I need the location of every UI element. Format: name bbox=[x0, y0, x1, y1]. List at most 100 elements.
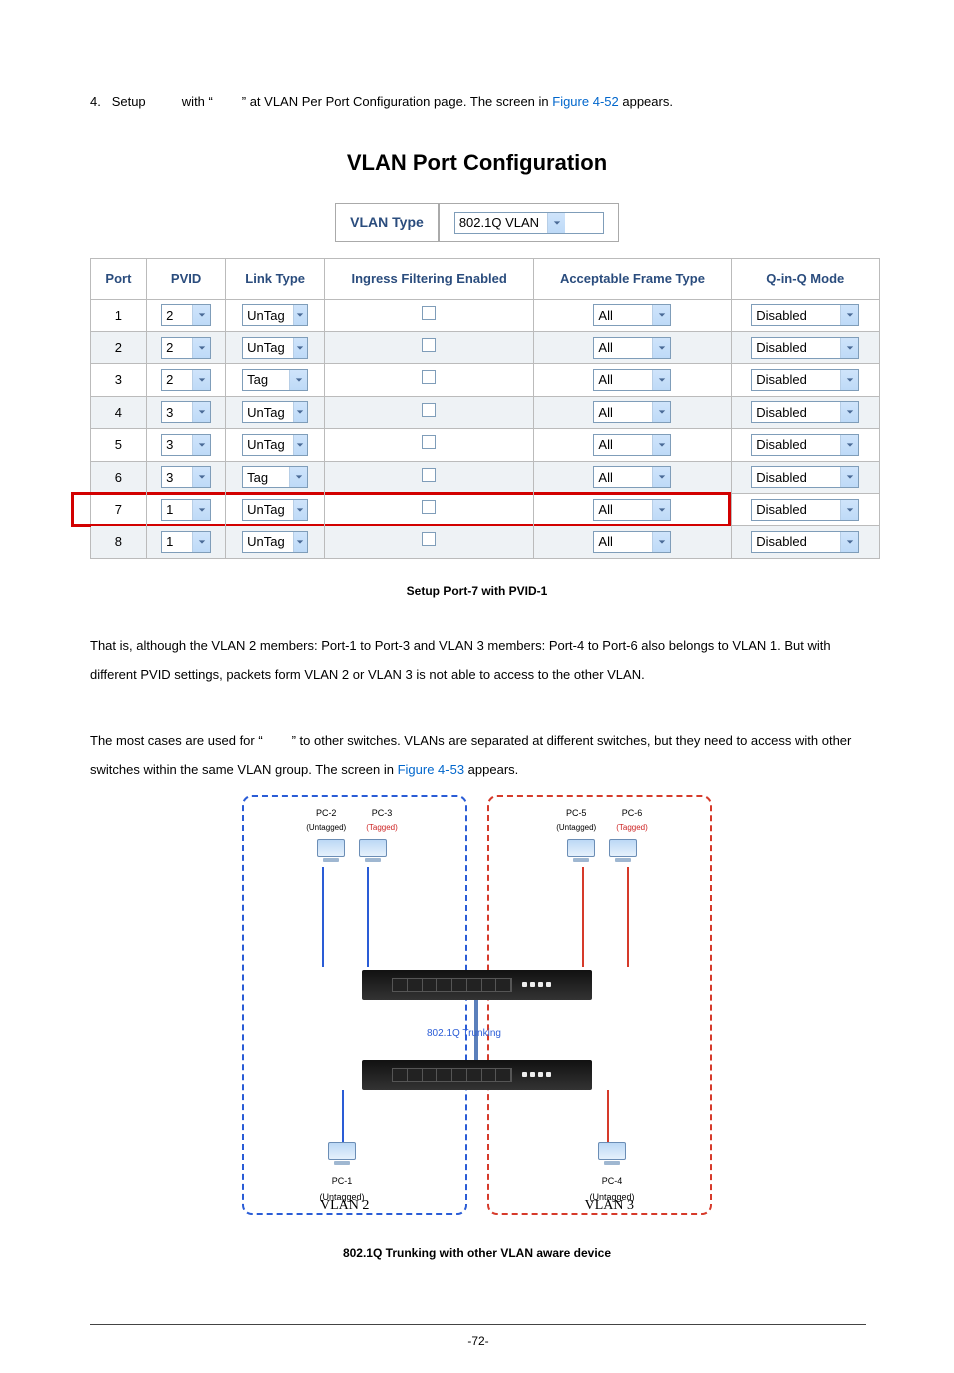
qinq-select[interactable]: Disabled bbox=[751, 466, 859, 488]
qinq-cell: Disabled bbox=[731, 526, 880, 558]
qinq-cell: Disabled bbox=[731, 331, 880, 363]
port-cell: 6 bbox=[91, 461, 147, 493]
step-appears: appears. bbox=[622, 94, 673, 109]
pvid-select[interactable]: 3 bbox=[161, 434, 211, 456]
pvid-cell: 2 bbox=[146, 364, 226, 396]
accept-select[interactable]: All bbox=[593, 369, 671, 391]
pvid-select[interactable]: 1 bbox=[161, 531, 211, 553]
linktype-cell: UnTag bbox=[226, 526, 325, 558]
linktype-select[interactable]: UnTag bbox=[242, 531, 308, 553]
ingress-checkbox[interactable] bbox=[422, 370, 436, 384]
chevron-down-icon bbox=[652, 435, 670, 455]
qinq-select[interactable]: Disabled bbox=[751, 401, 859, 423]
pvid-select[interactable]: 1 bbox=[161, 499, 211, 521]
pc5-sub: (Untagged) bbox=[556, 821, 596, 835]
qinq-value: Disabled bbox=[752, 498, 840, 521]
chevron-down-icon bbox=[293, 338, 307, 358]
accept-cell: All bbox=[534, 299, 731, 331]
ingress-cell bbox=[324, 526, 533, 558]
qinq-select[interactable]: Disabled bbox=[751, 499, 859, 521]
ingress-checkbox[interactable] bbox=[422, 338, 436, 352]
chevron-down-icon bbox=[293, 532, 307, 552]
link-line bbox=[322, 867, 324, 967]
ingress-checkbox[interactable] bbox=[422, 532, 436, 546]
chevron-down-icon bbox=[652, 500, 670, 520]
chevron-down-icon bbox=[840, 370, 858, 390]
col-port: Port bbox=[91, 259, 147, 299]
pvid-value: 2 bbox=[162, 304, 192, 327]
caption-port7: Setup Port-7 with PVID-1 bbox=[90, 581, 864, 603]
ingress-checkbox[interactable] bbox=[422, 468, 436, 482]
ingress-checkbox[interactable] bbox=[422, 435, 436, 449]
qinq-select[interactable]: Disabled bbox=[751, 434, 859, 456]
pc2-sub: (Untagged) bbox=[306, 821, 346, 835]
ingress-checkbox[interactable] bbox=[422, 500, 436, 514]
qinq-select[interactable]: Disabled bbox=[751, 337, 859, 359]
qinq-value: Disabled bbox=[752, 530, 840, 553]
chevron-down-icon bbox=[652, 467, 670, 487]
ingress-checkbox[interactable] bbox=[422, 306, 436, 320]
para2-a: The most cases are used for “ bbox=[90, 733, 263, 748]
table-row: 53UnTagAllDisabled bbox=[91, 429, 880, 461]
accept-select[interactable]: All bbox=[593, 466, 671, 488]
pc-group-right: PC-5(Untagged) PC-6(Tagged) bbox=[527, 805, 677, 871]
step-rest: ” at VLAN Per Port Configuration page. T… bbox=[242, 94, 552, 109]
pvid-cell: 1 bbox=[146, 493, 226, 525]
chevron-down-icon bbox=[192, 467, 210, 487]
accept-select[interactable]: All bbox=[593, 499, 671, 521]
pvid-select[interactable]: 3 bbox=[161, 466, 211, 488]
linktype-cell: UnTag bbox=[226, 396, 325, 428]
pc3-sub: (Tagged) bbox=[366, 821, 398, 835]
qinq-value: Disabled bbox=[752, 304, 840, 327]
linktype-select[interactable]: Tag bbox=[242, 466, 308, 488]
linktype-select[interactable]: UnTag bbox=[242, 434, 308, 456]
accept-select[interactable]: All bbox=[593, 531, 671, 553]
accept-select[interactable]: All bbox=[593, 401, 671, 423]
chevron-down-icon bbox=[652, 338, 670, 358]
accept-value: All bbox=[594, 466, 652, 489]
pvid-value: 1 bbox=[162, 498, 192, 521]
linktype-select[interactable]: UnTag bbox=[242, 304, 308, 326]
col-linktype: Link Type bbox=[226, 259, 325, 299]
chevron-down-icon bbox=[840, 467, 858, 487]
linktype-select[interactable]: UnTag bbox=[242, 499, 308, 521]
qinq-select[interactable]: Disabled bbox=[751, 369, 859, 391]
linktype-value: UnTag bbox=[243, 304, 293, 327]
table-row: 22UnTagAllDisabled bbox=[91, 331, 880, 363]
qinq-select[interactable]: Disabled bbox=[751, 304, 859, 326]
ingress-cell bbox=[324, 396, 533, 428]
pc5-label: PC-5 bbox=[556, 805, 596, 821]
qinq-cell: Disabled bbox=[731, 429, 880, 461]
vlan3-label: VLAN 3 bbox=[585, 1193, 634, 1218]
caption-trunking: 802.1Q Trunking with other VLAN aware de… bbox=[90, 1243, 864, 1265]
vlan-type-value-cell: 802.1Q VLAN bbox=[439, 203, 619, 242]
vlan-type-select[interactable]: 802.1Q VLAN bbox=[454, 212, 604, 234]
pc-group-left: PC-2(Untagged) PC-3(Tagged) bbox=[277, 805, 427, 871]
paragraph-uplink: The most cases are used for “ ” to other… bbox=[90, 727, 864, 784]
linktype-value: UnTag bbox=[243, 401, 293, 424]
ingress-cell bbox=[324, 331, 533, 363]
chevron-down-icon bbox=[840, 338, 858, 358]
pc4-label: PC-4 bbox=[582, 1173, 642, 1189]
linktype-value: Tag bbox=[243, 466, 289, 489]
linktype-select[interactable]: UnTag bbox=[242, 337, 308, 359]
pc1-label: PC-1 bbox=[312, 1173, 372, 1189]
accept-select[interactable]: All bbox=[593, 337, 671, 359]
pvid-value: 1 bbox=[162, 530, 192, 553]
linktype-cell: UnTag bbox=[226, 493, 325, 525]
accept-select[interactable]: All bbox=[593, 434, 671, 456]
pvid-select[interactable]: 2 bbox=[161, 369, 211, 391]
qinq-value: Disabled bbox=[752, 368, 840, 391]
pvid-select[interactable]: 2 bbox=[161, 304, 211, 326]
qinq-select[interactable]: Disabled bbox=[751, 531, 859, 553]
pvid-select[interactable]: 3 bbox=[161, 401, 211, 423]
accept-select[interactable]: All bbox=[593, 304, 671, 326]
linktype-select[interactable]: Tag bbox=[242, 369, 308, 391]
switch-bottom-icon bbox=[362, 1060, 592, 1090]
linktype-select[interactable]: UnTag bbox=[242, 401, 308, 423]
ingress-checkbox[interactable] bbox=[422, 403, 436, 417]
pvid-cell: 2 bbox=[146, 331, 226, 363]
pc3-label: PC-3 bbox=[366, 805, 398, 821]
pc6-sub: (Tagged) bbox=[616, 821, 648, 835]
pvid-select[interactable]: 2 bbox=[161, 337, 211, 359]
